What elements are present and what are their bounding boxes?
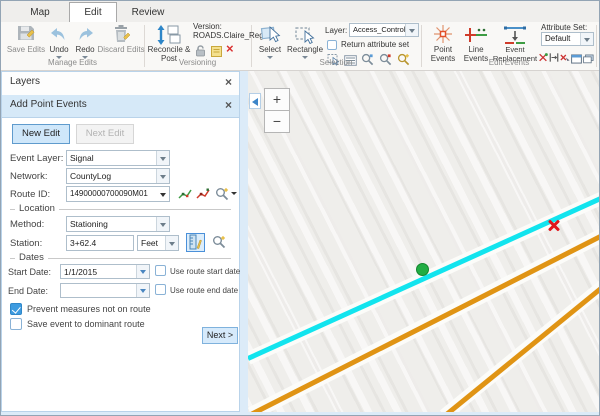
collapse-arrow-icon	[252, 98, 258, 106]
station-unit-combo[interactable]: Feet	[137, 235, 179, 251]
tab-edit[interactable]: Edit	[69, 2, 117, 22]
event-layer-value: Signal	[70, 151, 156, 165]
group-label-manage-edits: Manage Edits	[1, 58, 144, 67]
ribbon-tab-strip: Map Edit Review	[1, 1, 599, 23]
method-combo[interactable]: Stationing	[66, 216, 170, 232]
attribute-set-label: Attribute Set:	[541, 23, 587, 32]
use-route-end-checkbox[interactable]	[155, 284, 166, 295]
group-label-selection: Selection	[251, 58, 421, 67]
layer-combo[interactable]: Access_Control	[349, 23, 419, 37]
event-layer-label: Event Layer:	[10, 153, 63, 164]
pick-station-tool-button[interactable]	[186, 233, 205, 252]
zoom-to-route-dropdown-icon[interactable]	[231, 192, 237, 195]
select-route-on-map-icon[interactable]	[178, 187, 192, 206]
station-unit-value: Feet	[141, 236, 165, 250]
route-id-combo-arrow[interactable]	[157, 187, 169, 201]
station-label: Station:	[10, 238, 42, 249]
redo-icon	[75, 26, 95, 47]
method-label: Method:	[10, 219, 44, 230]
tab-review[interactable]: Review	[123, 4, 173, 22]
prevent-measures-label: Prevent measures not on route	[27, 304, 151, 314]
ribbon: Save Edits Undo Redo Discard Edits Manag…	[1, 22, 599, 71]
network-label: Network:	[10, 171, 47, 182]
end-date-label: End Date:	[8, 286, 48, 296]
method-value: Stationing	[70, 217, 156, 231]
group-label-versioning: Versioning	[144, 58, 251, 67]
station-unit-combo-arrow[interactable]	[165, 236, 178, 250]
dates-section-label: Dates	[15, 252, 48, 263]
network-combo-arrow[interactable]	[156, 169, 169, 183]
layers-panel-header[interactable]: Layers ×	[2, 72, 239, 96]
layer-combo-arrow[interactable]	[405, 24, 418, 36]
next-button[interactable]: Next >	[202, 327, 238, 344]
method-combo-arrow[interactable]	[156, 217, 169, 231]
version-label: Version:	[193, 22, 222, 31]
end-date-combo-arrow[interactable]	[136, 284, 149, 297]
zoom-to-station-icon[interactable]	[212, 235, 226, 254]
event-layer-combo[interactable]: Signal	[66, 150, 170, 166]
window-bottom-edge	[1, 412, 599, 416]
return-attribute-set-checkbox[interactable]	[327, 40, 337, 50]
route-id-label: Route ID:	[10, 189, 50, 200]
attribute-set-combo-arrow[interactable]	[580, 33, 593, 45]
location-section-label: Location	[15, 203, 59, 214]
zoom-out-button[interactable]: −	[264, 110, 290, 133]
add-point-events-close-icon[interactable]: ×	[225, 98, 232, 112]
start-date-combo-arrow[interactable]	[136, 265, 149, 278]
undo-icon	[49, 26, 69, 47]
start-date-combo[interactable]: 1/1/2015	[60, 264, 150, 279]
panel-splitter[interactable]	[240, 71, 248, 412]
attribute-set-combo[interactable]: Default	[541, 32, 594, 46]
save-dominant-label: Save event to dominant route	[27, 319, 145, 329]
zoom-to-route-icon[interactable]	[215, 187, 229, 206]
layers-panel-title: Layers	[10, 76, 40, 87]
location-separator: Location	[10, 209, 231, 210]
end-date-combo[interactable]	[60, 283, 150, 298]
layer-combo-value: Access_Control	[353, 24, 405, 36]
start-date-label: Start Date:	[8, 267, 51, 277]
event-layer-combo-arrow[interactable]	[156, 151, 169, 165]
arcgis-window: Map Edit Review Save Edits Undo Redo	[0, 0, 600, 416]
use-route-start-checkbox[interactable]	[155, 265, 166, 276]
left-dock-panel: Layers × Add Point Events × New Edit Nex…	[1, 71, 240, 412]
point-event-marker[interactable]	[416, 263, 429, 276]
location-marker-icon[interactable]	[547, 218, 561, 232]
add-point-events-title: Add Point Events	[10, 99, 87, 110]
layer-label: Layer:	[325, 26, 347, 35]
route-id-combo[interactable]: 14900000700090M01	[66, 186, 170, 202]
version-value: ROADS.Claire_Reg	[193, 31, 264, 40]
next-edit-button[interactable]: Next Edit	[76, 124, 134, 144]
road-casing	[248, 228, 599, 412]
save-dominant-checkbox[interactable]	[10, 318, 22, 330]
tab-map[interactable]: Map	[17, 4, 63, 22]
clear-route-selection-icon[interactable]	[196, 187, 210, 206]
start-date-value: 1/1/2015	[64, 265, 136, 278]
add-point-events-header[interactable]: Add Point Events ×	[2, 95, 239, 118]
map-view[interactable]: + −	[248, 71, 599, 412]
attribute-set-value: Default	[545, 33, 580, 45]
use-route-start-label: Use route start date	[170, 267, 240, 276]
delete-version-icon[interactable]: ×	[226, 42, 234, 56]
prevent-measures-checkbox[interactable]	[10, 303, 22, 315]
end-date-value	[64, 284, 136, 297]
use-route-end-label: Use route end date	[170, 286, 238, 295]
station-input[interactable]: 3+62.4	[66, 235, 134, 251]
route-id-value: 14900000700090M01	[70, 187, 156, 201]
network-value: CountyLog	[70, 169, 156, 183]
collapse-panel-button[interactable]	[249, 93, 261, 109]
layers-close-icon[interactable]: ×	[225, 75, 232, 89]
new-edit-button[interactable]: New Edit	[12, 124, 70, 144]
group-label-edit-events: Edit Events	[421, 58, 597, 67]
return-attribute-set-label: Return attribute set	[341, 40, 409, 49]
dates-separator: Dates	[10, 258, 231, 259]
network-combo[interactable]: CountyLog	[66, 168, 170, 184]
save-icon	[16, 24, 36, 47]
zoom-in-button[interactable]: +	[264, 88, 290, 111]
